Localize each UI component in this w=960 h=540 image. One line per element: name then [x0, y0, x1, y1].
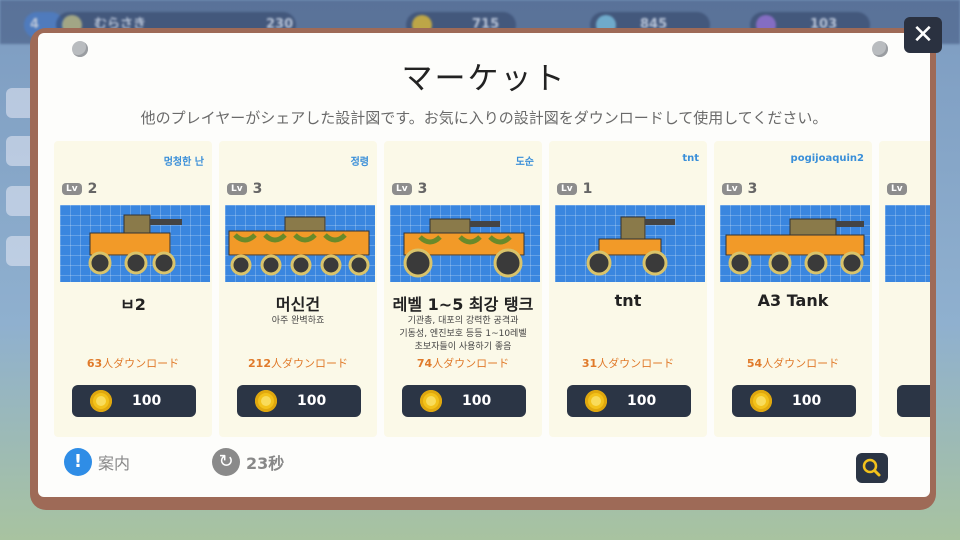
- vehicle-thumbnail: [885, 205, 930, 282]
- level-indicator: Lv 1: [557, 181, 592, 197]
- vehicle-icon: [586, 216, 675, 276]
- blueprint-description: 아주 완벽하죠: [271, 316, 325, 326]
- vehicle-icon: [228, 216, 370, 276]
- vehicle-thumbnail: [390, 205, 540, 282]
- author-name: pogijoaquin2: [790, 153, 864, 164]
- price-value: 100: [627, 393, 657, 409]
- blueprint-card[interactable]: pogijoaquin2 Lv 3 A3 Tank 54人ダウンロード 100: [714, 141, 872, 437]
- info-icon: !: [64, 448, 92, 476]
- blueprint-name: A3 Tank: [757, 291, 829, 310]
- buy-button[interactable]: 100: [72, 385, 196, 417]
- blueprint-card[interactable]: tnt Lv 1 tnt 31人ダウンロード 100: [549, 141, 707, 437]
- download-suffix: 人ダウンロード: [270, 357, 348, 370]
- vehicle-thumbnail: [60, 205, 210, 282]
- price-value: 100: [792, 393, 822, 409]
- buy-button[interactable]: 100: [732, 385, 856, 417]
- market-title: マーケット: [401, 61, 567, 97]
- download-count: 74人ダウンロード: [384, 355, 542, 371]
- download-number: 74: [416, 357, 433, 370]
- author-name: tnt: [682, 153, 699, 164]
- market-subtitle: 他のプレイヤーがシェアした設計図です。お気に入りの設計図をダウンロードして使用し…: [140, 109, 828, 127]
- vehicle-icon: [403, 218, 525, 278]
- blueprint-description: 기관총, 대포의 강력한 공격과 기동성, 엔진보호 등등 1~10레벨 초보자…: [399, 316, 527, 352]
- coin-icon: [585, 390, 607, 412]
- download-number: 54: [746, 357, 763, 370]
- level-indicator: Lv 3: [227, 181, 262, 197]
- blueprint-card[interactable]: 멍청한 난 Lv 2 ㅂ2 63人ダウンロード 100: [54, 141, 212, 437]
- buy-button[interactable]: 100: [237, 385, 361, 417]
- vehicle-icon: [725, 218, 865, 275]
- level-badge: Lv: [557, 183, 577, 195]
- help-label: 案内: [98, 454, 131, 473]
- blueprint-name: ㅂ2: [120, 295, 146, 314]
- download-suffix: 人ダウンロード: [597, 357, 675, 370]
- search-button[interactable]: [856, 453, 888, 483]
- buy-button[interactable]: 100: [567, 385, 691, 417]
- level-badge: Lv: [887, 183, 907, 195]
- blueprint-name: tnt: [614, 291, 642, 310]
- price-value: 100: [462, 393, 492, 409]
- price-value: 100: [297, 393, 327, 409]
- download-number: 212: [248, 357, 271, 370]
- download-suffix: 人ダウンロード: [762, 357, 840, 370]
- blueprint-card[interactable]: 정령 Lv 3 머신건 아주 완벽하죠 212人ダウンロード 100: [219, 141, 377, 437]
- level-value: 3: [417, 181, 428, 197]
- coin-icon: [90, 390, 112, 412]
- level-indicator: Lv 3: [392, 181, 427, 197]
- level-value: 1: [582, 181, 593, 197]
- vehicle-thumbnail: [720, 205, 870, 282]
- search-icon: [862, 458, 881, 477]
- level-value: 2: [87, 181, 98, 197]
- level-badge: Lv: [722, 183, 742, 195]
- level-badge: Lv: [227, 183, 247, 195]
- level-badge: Lv: [392, 183, 412, 195]
- level-indicator: Lv 2: [62, 181, 97, 197]
- price-value: 100: [132, 393, 162, 409]
- blueprint-name: 레벨 1~5 최강 탱크: [392, 295, 534, 314]
- close-button[interactable]: ✕: [904, 17, 942, 53]
- vehicle-icon: [88, 214, 182, 275]
- coin-icon: [255, 390, 277, 412]
- level-badge: Lv: [62, 183, 82, 195]
- blueprint-card[interactable]: Lv: [879, 141, 930, 437]
- coin-icon: [750, 390, 772, 412]
- buy-button[interactable]: 100: [402, 385, 526, 417]
- download-suffix: 人ダウンロード: [102, 357, 180, 370]
- download-count: 31人ダウンロード: [549, 355, 707, 371]
- download-count: 63人ダウンロード: [54, 355, 212, 371]
- blueprint-card[interactable]: 도순 Lv 3 레벨 1~5 최강 탱크 기관총, 대포의 강력한 공격과 기동…: [384, 141, 542, 437]
- buy-button[interactable]: [897, 385, 930, 417]
- refresh-icon: ↻: [212, 448, 240, 476]
- author-name: 멍청한 난: [163, 157, 204, 168]
- help-button[interactable]: ! 案内: [64, 448, 130, 476]
- vehicle-thumbnail: [555, 205, 705, 282]
- level-value: 3: [747, 181, 758, 197]
- blueprint-name: 머신건: [275, 295, 321, 314]
- download-number: 31: [581, 357, 598, 370]
- blueprint-list: 멍청한 난 Lv 2 ㅂ2 63人ダウンロード 100 정령 Lv 3 머신건 …: [54, 141, 930, 437]
- author-name: 정령: [350, 157, 369, 168]
- author-name: 도순: [515, 157, 534, 168]
- timer-label: 23秒: [246, 454, 285, 473]
- vehicle-thumbnail: [225, 205, 375, 282]
- download-number: 63: [86, 357, 103, 370]
- level-value: 3: [252, 181, 263, 197]
- level-indicator: Lv 3: [722, 181, 757, 197]
- refresh-timer: ↻ 23秒: [212, 448, 284, 476]
- market-panel: マーケット 他のプレイヤーがシェアした設計図です。お気に入りの設計図をダウンロー…: [38, 33, 930, 497]
- download-count: 212人ダウンロード: [219, 355, 377, 371]
- coin-icon: [420, 390, 442, 412]
- download-count: 54人ダウンロード: [714, 355, 872, 371]
- download-suffix: 人ダウンロード: [432, 357, 510, 370]
- level-indicator: Lv: [887, 181, 907, 197]
